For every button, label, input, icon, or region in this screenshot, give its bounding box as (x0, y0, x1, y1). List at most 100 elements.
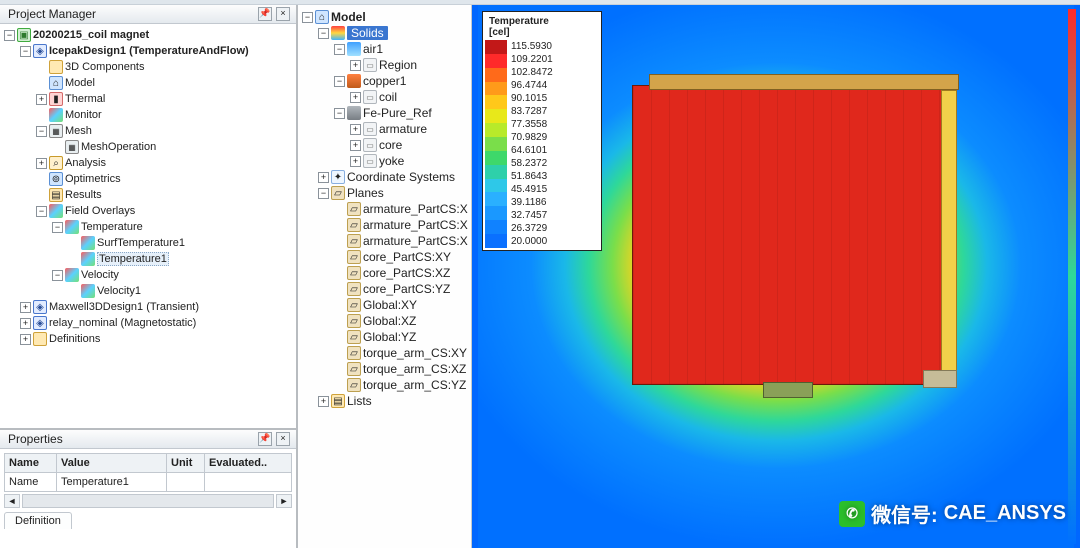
tree-fe-pure-ref[interactable]: Fe-Pure_Ref (363, 106, 432, 120)
pin-icon[interactable]: 📌 (258, 432, 272, 446)
scrollbar-track[interactable] (22, 494, 274, 508)
collapse-icon[interactable]: − (52, 270, 63, 281)
properties-header[interactable]: Properties 📌 × (0, 430, 296, 449)
tree-monitor[interactable]: Monitor (65, 109, 102, 121)
property-row[interactable]: Name Temperature1 (5, 473, 292, 492)
material-copper-icon (347, 74, 361, 88)
col-name[interactable]: Name (5, 454, 57, 473)
tree-plane-item[interactable]: core_PartCS:XZ (363, 266, 450, 280)
tree-velocity[interactable]: Velocity (81, 269, 119, 281)
tree-plane-item[interactable]: core_PartCS:XY (363, 250, 451, 264)
expand-icon[interactable]: + (36, 94, 47, 105)
folder-icon (49, 60, 63, 74)
expand-icon[interactable]: + (350, 124, 361, 135)
close-icon[interactable]: × (276, 432, 290, 446)
expand-icon[interactable]: + (318, 396, 329, 407)
tree-lists[interactable]: Lists (347, 394, 372, 408)
tree-air1[interactable]: air1 (363, 42, 383, 56)
collapse-icon[interactable]: − (318, 28, 329, 39)
collapse-icon[interactable]: − (36, 126, 47, 137)
tree-plane-item[interactable]: Global:XY (363, 298, 417, 312)
tree-velocity1[interactable]: Velocity1 (97, 285, 141, 297)
legend-color-swatch (485, 234, 507, 248)
results-icon: ▤ (49, 188, 63, 202)
expand-icon[interactable]: + (318, 172, 329, 183)
expand-icon[interactable]: + (350, 92, 361, 103)
tab-definition[interactable]: Definition (4, 512, 72, 529)
tree-armature[interactable]: armature (379, 122, 427, 136)
project-manager-header[interactable]: Project Manager 📌 × (0, 5, 296, 24)
tree-core[interactable]: core (379, 138, 402, 152)
tree-plane-item[interactable]: core_PartCS:YZ (363, 282, 450, 296)
tree-definitions[interactable]: Definitions (49, 333, 100, 345)
expand-icon[interactable]: + (350, 60, 361, 71)
tree-coil[interactable]: coil (379, 90, 397, 104)
tree-temperature1[interactable]: Temperature1 (97, 252, 169, 266)
part-icon: ▭ (363, 58, 377, 72)
tree-yoke[interactable]: yoke (379, 154, 404, 168)
tree-plane-item[interactable]: armature_PartCS:X (363, 218, 468, 232)
tree-plane-item[interactable]: torque_arm_CS:XY (363, 346, 467, 360)
legend-value: 96.4744 (511, 79, 599, 92)
tree-mesh[interactable]: Mesh (65, 125, 92, 137)
tree-design-relay[interactable]: relay_nominal (Magnetostatic) (49, 317, 196, 329)
tree-copper1[interactable]: copper1 (363, 74, 406, 88)
tree-plane-item[interactable]: torque_arm_CS:XZ (363, 362, 466, 376)
legend-color-swatch (485, 54, 507, 68)
tree-coordinate-systems[interactable]: Coordinate Systems (347, 170, 455, 184)
expand-icon[interactable]: + (350, 156, 361, 167)
scroll-right-icon[interactable]: ► (276, 494, 292, 508)
prop-value[interactable]: Temperature1 (57, 473, 167, 492)
tree-design-maxwell[interactable]: Maxwell3DDesign1 (Transient) (49, 301, 199, 313)
collapse-icon[interactable]: − (36, 206, 47, 217)
expand-icon[interactable]: + (350, 140, 361, 151)
project-tree[interactable]: −▣20200215_coil magnet −◈IcepakDesign1 (… (0, 24, 296, 428)
legend-color-swatch (485, 40, 507, 54)
expand-icon[interactable]: + (20, 318, 31, 329)
tree-analysis[interactable]: Analysis (65, 157, 106, 169)
tree-3d-components[interactable]: 3D Components (65, 61, 145, 73)
tree-thermal[interactable]: Thermal (65, 93, 105, 105)
collapse-icon[interactable]: − (4, 30, 15, 41)
tree-design-icepak[interactable]: IcepakDesign1 (TemperatureAndFlow) (49, 45, 249, 57)
properties-grid[interactable]: Name Value Unit Evaluated.. Name Tempera… (0, 449, 296, 548)
tree-optimetrics[interactable]: Optimetrics (65, 173, 121, 185)
temperature-legend[interactable]: Temperature [cel] 115.5930109.2201102.84… (482, 11, 602, 251)
expand-icon[interactable]: + (20, 334, 31, 345)
tree-surftemperature1[interactable]: SurfTemperature1 (97, 237, 185, 249)
model-icon: ⌂ (49, 76, 63, 90)
col-value[interactable]: Value (57, 454, 167, 473)
collapse-icon[interactable]: − (334, 76, 345, 87)
tree-plane-item[interactable]: armature_PartCS:X (363, 234, 468, 248)
collapse-icon[interactable]: − (52, 222, 63, 233)
tree-solids[interactable]: Solids (347, 26, 388, 40)
model-tree-root[interactable]: Model (331, 10, 366, 24)
tree-meshoperation[interactable]: MeshOperation (81, 141, 156, 153)
tree-field-overlays[interactable]: Field Overlays (65, 205, 135, 217)
collapse-icon[interactable]: − (302, 12, 313, 23)
collapse-icon[interactable]: − (334, 108, 345, 119)
close-icon[interactable]: × (276, 7, 290, 21)
tree-results[interactable]: Results (65, 189, 102, 201)
tree-model[interactable]: Model (65, 77, 95, 89)
tree-project-root[interactable]: 20200215_coil magnet (33, 29, 149, 41)
expand-icon[interactable]: + (20, 302, 31, 313)
model-tree[interactable]: −⌂Model −Solids −air1 +▭Region −copper1 … (298, 5, 472, 548)
collapse-icon[interactable]: − (318, 188, 329, 199)
collapse-icon[interactable]: − (334, 44, 345, 55)
tree-plane-item[interactable]: Global:XZ (363, 314, 416, 328)
viewport-3d[interactable]: Temperature [cel] 115.5930109.2201102.84… (472, 5, 1080, 548)
collapse-icon[interactable]: − (20, 46, 31, 57)
tree-region[interactable]: Region (379, 58, 417, 72)
expand-icon[interactable]: + (36, 158, 47, 169)
col-eval[interactable]: Evaluated.. (205, 454, 292, 473)
col-unit[interactable]: Unit (167, 454, 205, 473)
tree-plane-item[interactable]: torque_arm_CS:YZ (363, 378, 466, 392)
tree-plane-item[interactable]: Global:YZ (363, 330, 416, 344)
tree-temperature[interactable]: Temperature (81, 221, 143, 233)
tree-planes[interactable]: Planes (347, 186, 384, 200)
pin-icon[interactable]: 📌 (258, 7, 272, 21)
tree-plane-item[interactable]: armature_PartCS:X (363, 202, 468, 216)
scroll-left-icon[interactable]: ◄ (4, 494, 20, 508)
lists-icon: ▤ (331, 394, 345, 408)
